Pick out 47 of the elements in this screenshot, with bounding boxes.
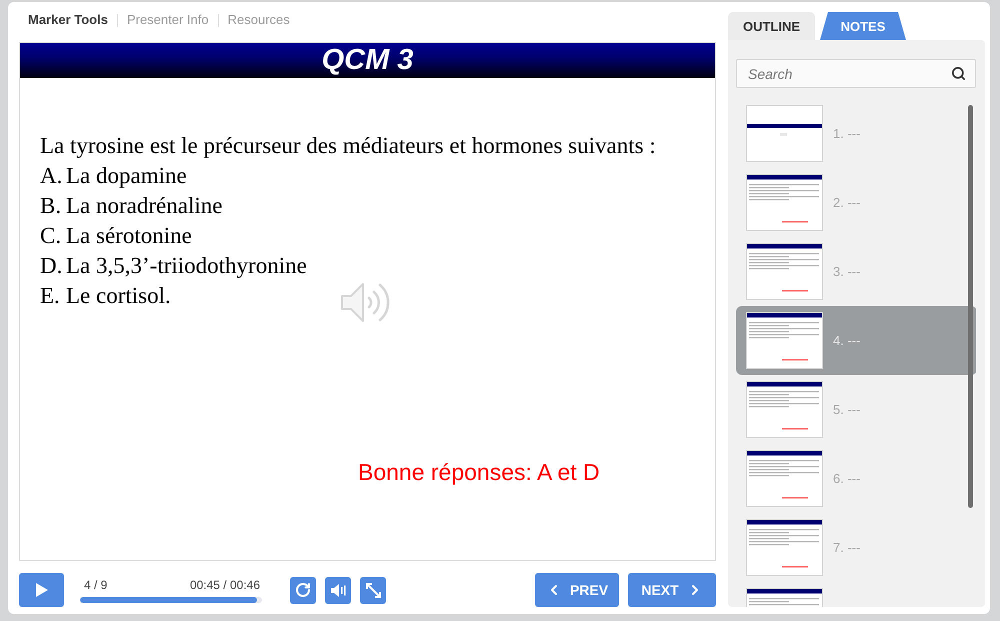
replay-button[interactable] (290, 576, 316, 604)
slide-label: 2. --- (833, 194, 860, 210)
sidebar-tab[interactable]: OUTLINE (728, 12, 815, 40)
slide-counter: 4 / 9 (84, 578, 108, 592)
time-display: 00:45 / 00:46 (190, 578, 260, 592)
slide-label: 7. --- (833, 540, 860, 556)
outline-item[interactable]: 7. --- (736, 513, 976, 582)
option-letter: A. (40, 162, 64, 190)
option-letter: D. (40, 252, 64, 280)
option-text: Le cortisol. (66, 282, 171, 310)
volume-button[interactable] (325, 576, 351, 604)
play-icon (36, 583, 48, 597)
menu-link[interactable]: Marker Tools (28, 12, 108, 28)
outline-item[interactable]: 3. --- (736, 237, 976, 306)
scrollbar-thumb[interactable] (968, 105, 973, 508)
slide-title: QCM 3 (322, 44, 414, 76)
option-text: La 3,5,3’-triiodothyronine (66, 252, 307, 280)
sidebar-tab[interactable]: NOTES (820, 12, 906, 40)
expand-icon (366, 582, 380, 598)
outline-item[interactable]: 2. --- (736, 168, 976, 237)
outline-item[interactable]: 6. --- (736, 444, 976, 513)
menu-link[interactable]: Resources (228, 12, 290, 28)
search-field[interactable]: Search (736, 59, 976, 88)
prev-button[interactable]: PREV (535, 573, 619, 607)
outline-item[interactable]: 5. --- (736, 375, 976, 444)
volume-icon (330, 584, 346, 596)
option-letter: E. (40, 282, 61, 310)
question-text: La tyrosine est le précurseur des médiateurs et hormones suivants : (40, 132, 657, 160)
slide-label: 3. --- (833, 264, 860, 280)
option-letter: C. (40, 222, 62, 250)
slide-label: 6. --- (833, 470, 860, 486)
outline-item[interactable]: 1. --- (736, 99, 976, 168)
answer-text: Bonne réponses: A et D (358, 458, 600, 485)
option-text: La dopamine (66, 162, 187, 190)
option-text: La sérotonine (66, 222, 192, 250)
fullscreen-button[interactable] (360, 576, 386, 604)
outline-item[interactable]: 4. --- (736, 306, 976, 375)
replay-icon (295, 582, 311, 598)
next-button[interactable]: NEXT (628, 573, 716, 607)
search-icon[interactable] (951, 66, 966, 81)
play-button[interactable] (19, 573, 64, 607)
menu-link[interactable]: Presenter Info (126, 12, 209, 28)
option-letter: B. (40, 192, 62, 220)
slide-label: 4. --- (833, 332, 860, 348)
option-text: La noradrénaline (66, 192, 222, 220)
slide-label: 5. --- (833, 402, 860, 418)
slide-label: 1. --- (833, 126, 860, 142)
